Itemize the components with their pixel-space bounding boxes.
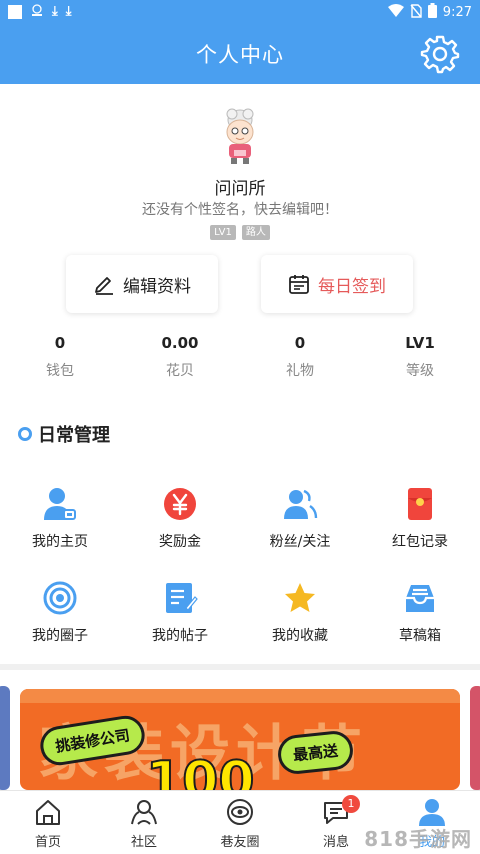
download-icon-2: ⤓ (65, 4, 72, 19)
stat-value: 0.00 (161, 334, 199, 352)
yen-coin-icon (164, 488, 196, 520)
tab-label: 社区 (130, 835, 157, 850)
promo-banner[interactable]: 家装设计节 挑装修公司 最高送 100 (20, 689, 460, 790)
section-title: 日常管理 (38, 425, 110, 446)
community-icon (131, 800, 157, 825)
banner-next-peek[interactable] (470, 686, 480, 790)
stat-value: 0 (294, 334, 306, 352)
badge-row: LV1 路人 (0, 225, 480, 240)
post-edit-icon (166, 583, 198, 613)
banner-prev-peek[interactable] (0, 686, 10, 790)
avatar-character-icon (226, 108, 254, 164)
calendar-icon (289, 275, 309, 294)
tab-label: 首页 (34, 835, 61, 850)
stat-wallet[interactable]: 0 钱包 (0, 334, 120, 380)
stat-huabei[interactable]: 0.00 花贝 (120, 334, 240, 380)
watermark-logo: 818手游网 (364, 827, 472, 851)
stat-level[interactable]: LV1 等级 (360, 334, 480, 380)
grid-item-drafts[interactable]: 草稿箱 (360, 580, 480, 650)
grid-item-favorites[interactable]: 我的收藏 (240, 580, 360, 650)
stat-label: 等级 (406, 363, 434, 379)
promo-banner-carousel[interactable]: 家装设计节 挑装修公司 最高送 100 (0, 686, 480, 790)
page-title: 个人中心 (196, 43, 284, 67)
grid-item-my-circles[interactable]: 我的圈子 (0, 580, 120, 650)
section-header: 日常管理 (18, 421, 110, 447)
download-icon: ⤓ (52, 4, 58, 19)
settings-button[interactable] (420, 34, 460, 74)
grid-item-label: 我的收藏 (272, 628, 328, 644)
banner-number: 100 (145, 750, 256, 790)
grid-item-red-packets[interactable]: 红包记录 (360, 486, 480, 556)
grid-item-label: 草稿箱 (399, 628, 441, 644)
stat-label: 礼物 (286, 363, 314, 379)
app-header: 个人中心 (0, 24, 480, 84)
edit-profile-label: 编辑资料 (123, 276, 191, 297)
grid-item-my-posts[interactable]: 我的帖子 (120, 580, 240, 650)
daily-checkin-button[interactable]: 每日签到 (261, 255, 413, 313)
battery-icon (427, 3, 437, 21)
stat-gifts[interactable]: 0 礼物 (240, 334, 360, 380)
edit-profile-button[interactable]: 编辑资料 (66, 255, 218, 313)
stat-value: 0 (54, 334, 66, 352)
pencil-icon (95, 277, 113, 295)
grid-item-label: 红包记录 (392, 534, 448, 550)
circle-target-icon (43, 581, 77, 615)
grid-item-label: 我的圈子 (32, 628, 88, 644)
section-divider (0, 664, 480, 670)
inbox-tray-icon (406, 585, 434, 612)
tab-label: 巷友圈 (220, 835, 260, 850)
tab-alley-friends[interactable]: 巷友圈 (192, 791, 288, 854)
star-icon (285, 583, 315, 612)
username: 问问所 (214, 179, 266, 199)
tab-home[interactable]: 首页 (0, 791, 96, 854)
signature-text[interactable]: 还没有个性签名，快去编辑吧！ (0, 199, 480, 219)
section-dot-icon (18, 427, 32, 441)
notification-square-icon (8, 5, 22, 19)
clock: 9:27 (442, 4, 472, 20)
role-badge: 路人 (241, 225, 270, 240)
level-badge: LV1 (210, 225, 236, 240)
notification-logo-icon (30, 4, 44, 20)
grid-item-label: 粉丝/关注 (269, 534, 331, 550)
gear-icon (420, 35, 460, 74)
status-left: ⤓ ⤓ (8, 4, 72, 20)
no-sim-icon (410, 3, 422, 21)
user-home-icon (44, 488, 76, 520)
circle-eye-icon (227, 799, 253, 825)
home-icon (36, 800, 60, 825)
followers-icon (284, 489, 318, 519)
tab-community[interactable]: 社区 (96, 791, 192, 854)
grid-item-rewards[interactable]: 奖励金 (120, 486, 240, 556)
stat-value: LV1 (405, 334, 435, 352)
grid-item-my-home[interactable]: 我的主页 (0, 486, 120, 556)
stat-label: 花贝 (166, 363, 194, 379)
wifi-icon (387, 3, 404, 21)
stats-row: 0 钱包 0.00 花贝 0 礼物 LV1 等级 (0, 334, 480, 384)
banner-top-strip (20, 689, 460, 703)
status-right: 9:27 (387, 3, 472, 21)
stat-label: 钱包 (46, 363, 74, 379)
daily-checkin-label: 每日签到 (318, 276, 386, 297)
grid-item-followers[interactable]: 粉丝/关注 (240, 486, 360, 556)
avatar[interactable] (214, 106, 266, 166)
red-packet-icon (408, 488, 432, 520)
grid-item-label: 我的帖子 (152, 628, 208, 644)
unread-badge: 1 (342, 795, 360, 813)
status-bar: ⤓ ⤓ 9:27 (0, 0, 480, 24)
grid-item-label: 我的主页 (32, 534, 88, 550)
grid-item-label: 奖励金 (159, 534, 201, 550)
